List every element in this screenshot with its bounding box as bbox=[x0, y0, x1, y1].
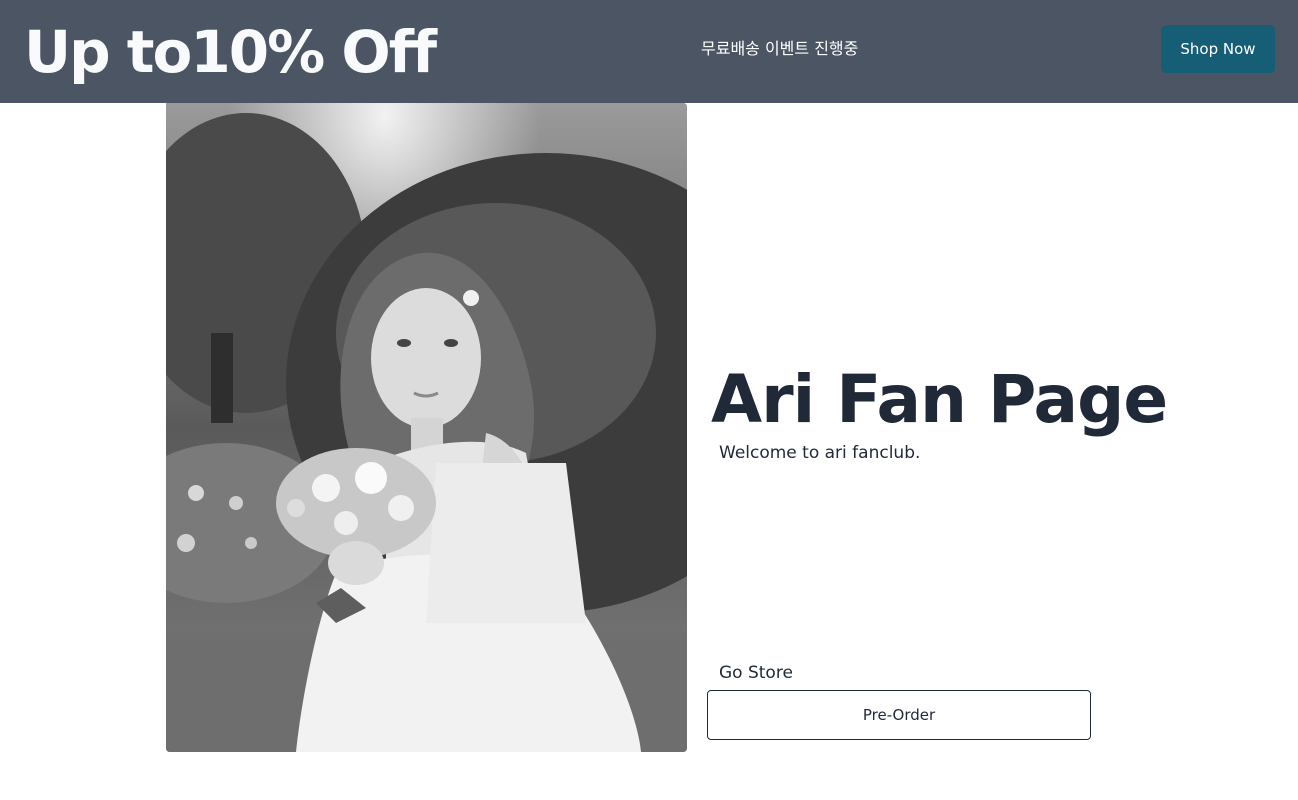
pre-order-button[interactable]: Pre-Order bbox=[707, 690, 1091, 740]
hero-photo bbox=[166, 103, 687, 752]
page-title: Ari Fan Page bbox=[711, 361, 1168, 438]
promo-message: 무료배송 이벤트 진행중 bbox=[701, 39, 859, 58]
shop-now-button[interactable]: Shop Now bbox=[1161, 25, 1275, 73]
promo-banner: Up to10% Off 무료배송 이벤트 진행중 Shop Now bbox=[0, 0, 1298, 103]
go-store-link[interactable]: Go Store bbox=[719, 661, 793, 685]
promo-headline: Up to10% Off bbox=[24, 18, 437, 86]
welcome-text: Welcome to ari fanclub. bbox=[719, 443, 921, 463]
